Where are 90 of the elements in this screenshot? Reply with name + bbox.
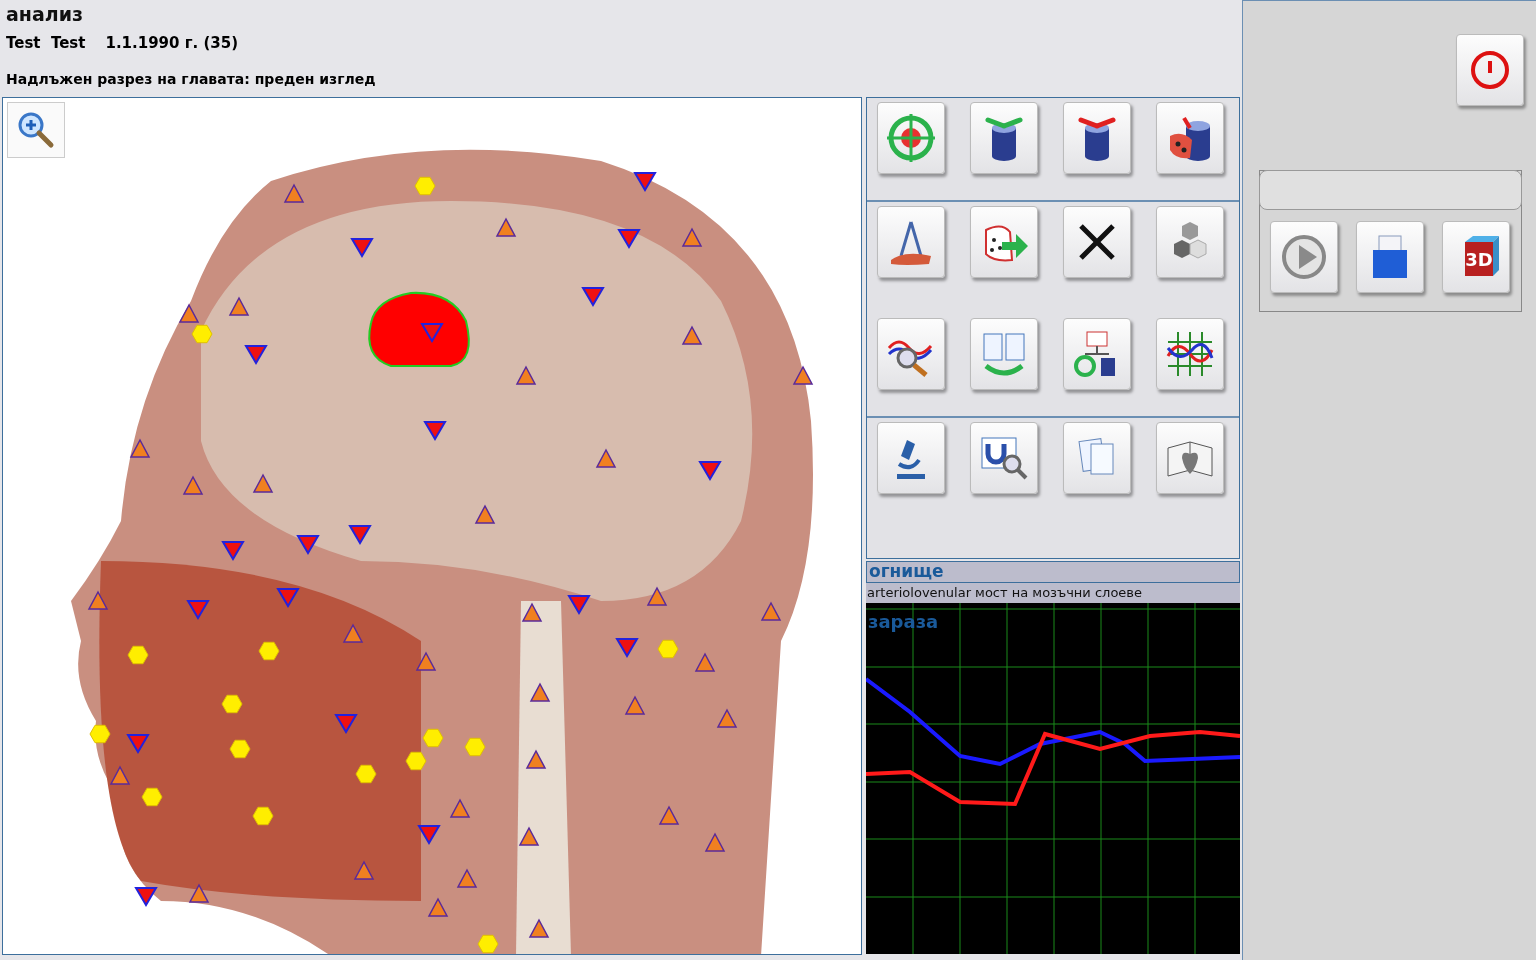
triangle-marker[interactable] xyxy=(427,897,449,917)
triangle-marker[interactable] xyxy=(342,623,364,643)
inverted-triangle-marker[interactable] xyxy=(698,461,722,481)
hexagon-marker[interactable] xyxy=(414,176,436,196)
triangle-marker[interactable] xyxy=(704,832,726,852)
triangle-marker[interactable] xyxy=(658,805,680,825)
triangle-marker[interactable] xyxy=(760,601,782,621)
hexagon-marker[interactable] xyxy=(405,751,427,771)
inverted-triangle-marker[interactable] xyxy=(423,421,447,441)
tool-button[interactable] xyxy=(1063,206,1131,278)
hexagon-marker[interactable] xyxy=(355,764,377,784)
inverted-triangle-marker[interactable] xyxy=(134,887,158,907)
triangle-marker[interactable] xyxy=(228,296,250,316)
power-button[interactable] xyxy=(1456,34,1524,106)
focus-description: arteriolovenular мост на мозъчни слоеве xyxy=(866,583,1240,603)
tool-button[interactable] xyxy=(1156,102,1224,174)
tool-button[interactable] xyxy=(1156,318,1224,390)
triangle-marker[interactable] xyxy=(188,883,210,903)
inverted-triangle-marker[interactable] xyxy=(348,525,372,545)
view-title: Надлъжен разрез на главата: преден изглед xyxy=(6,71,377,87)
inverted-triangle-marker[interactable] xyxy=(221,541,245,561)
triangle-marker[interactable] xyxy=(528,918,550,938)
hexagon-marker[interactable] xyxy=(191,324,213,344)
inverted-triangle-marker[interactable] xyxy=(617,229,641,249)
hexagon-marker[interactable] xyxy=(89,724,111,744)
triangle-marker[interactable] xyxy=(252,473,274,493)
triangle-marker[interactable] xyxy=(456,868,478,888)
triangle-marker[interactable] xyxy=(449,798,471,818)
inverted-triangle-marker[interactable] xyxy=(276,588,300,608)
hexagon-marker[interactable] xyxy=(657,639,679,659)
hexagon-marker[interactable] xyxy=(229,739,251,759)
triangle-marker[interactable] xyxy=(646,586,668,606)
magnifier-plus-icon xyxy=(16,110,56,150)
triangle-marker[interactable] xyxy=(595,448,617,468)
triangle-marker[interactable] xyxy=(415,651,437,671)
hexagon-marker[interactable] xyxy=(221,694,243,714)
triangle-marker[interactable] xyxy=(283,183,305,203)
tool-button[interactable] xyxy=(1063,318,1131,390)
hexagon-marker[interactable] xyxy=(422,728,444,748)
hexagon-marker[interactable] xyxy=(464,737,486,757)
tool-button[interactable] xyxy=(970,102,1038,174)
triangle-marker[interactable] xyxy=(681,325,703,345)
target-icon xyxy=(885,112,937,164)
inverted-triangle-marker[interactable] xyxy=(244,345,268,365)
triangle-marker[interactable] xyxy=(518,826,540,846)
hexagon-marker[interactable] xyxy=(252,806,274,826)
triangle-marker[interactable] xyxy=(353,860,375,880)
triangle-marker[interactable] xyxy=(515,365,537,385)
triangle-marker[interactable] xyxy=(474,504,496,524)
inverted-triangle-marker[interactable] xyxy=(126,734,150,754)
triangle-marker[interactable] xyxy=(716,708,738,728)
triangle-marker[interactable] xyxy=(182,475,204,495)
patient-name: Test Test xyxy=(6,34,86,52)
triangle-marker[interactable] xyxy=(792,365,814,385)
zoom-button[interactable] xyxy=(7,102,65,158)
graph-label: зараза xyxy=(868,611,939,632)
inverted-triangle-marker[interactable] xyxy=(296,535,320,555)
window-title: анализ xyxy=(6,3,85,25)
hexagon-marker[interactable] xyxy=(258,641,280,661)
triangle-marker[interactable] xyxy=(109,765,131,785)
triangle-marker[interactable] xyxy=(129,438,151,458)
triangle-marker[interactable] xyxy=(694,652,716,672)
patient-birth-date: 1.1.1990 г. (35) xyxy=(105,34,239,52)
inverted-triangle-marker[interactable] xyxy=(334,714,358,734)
tool-button[interactable] xyxy=(877,422,945,494)
tool-button[interactable]: 3D xyxy=(1442,221,1510,293)
inverted-triangle-marker[interactable] xyxy=(615,638,639,658)
tool-button[interactable] xyxy=(1063,102,1131,174)
inverted-triangle-marker[interactable] xyxy=(581,287,605,307)
inverted-triangle-marker[interactable] xyxy=(420,323,444,343)
tool-button[interactable] xyxy=(970,422,1038,494)
hexagon-marker[interactable] xyxy=(127,645,149,665)
inverted-triangle-marker[interactable] xyxy=(633,172,657,192)
inverted-triangle-marker[interactable] xyxy=(417,825,441,845)
inverted-triangle-marker[interactable] xyxy=(186,600,210,620)
power-icon xyxy=(1468,48,1512,92)
triangle-marker[interactable] xyxy=(681,227,703,247)
focus-title: огнище xyxy=(866,561,1240,583)
inverted-triangle-marker[interactable] xyxy=(350,238,374,258)
inverted-triangle-marker[interactable] xyxy=(567,595,591,615)
triangle-marker[interactable] xyxy=(87,590,109,610)
triangle-marker[interactable] xyxy=(495,217,517,237)
triangle-marker[interactable] xyxy=(529,682,551,702)
triangle-marker[interactable] xyxy=(525,749,547,769)
play-icon xyxy=(1279,232,1329,282)
hexagon-marker[interactable] xyxy=(477,934,499,954)
triangle-marker[interactable] xyxy=(178,303,200,323)
hexagon-marker[interactable] xyxy=(141,787,163,807)
triangle-marker[interactable] xyxy=(521,602,543,622)
triangle-marker[interactable] xyxy=(624,695,646,715)
